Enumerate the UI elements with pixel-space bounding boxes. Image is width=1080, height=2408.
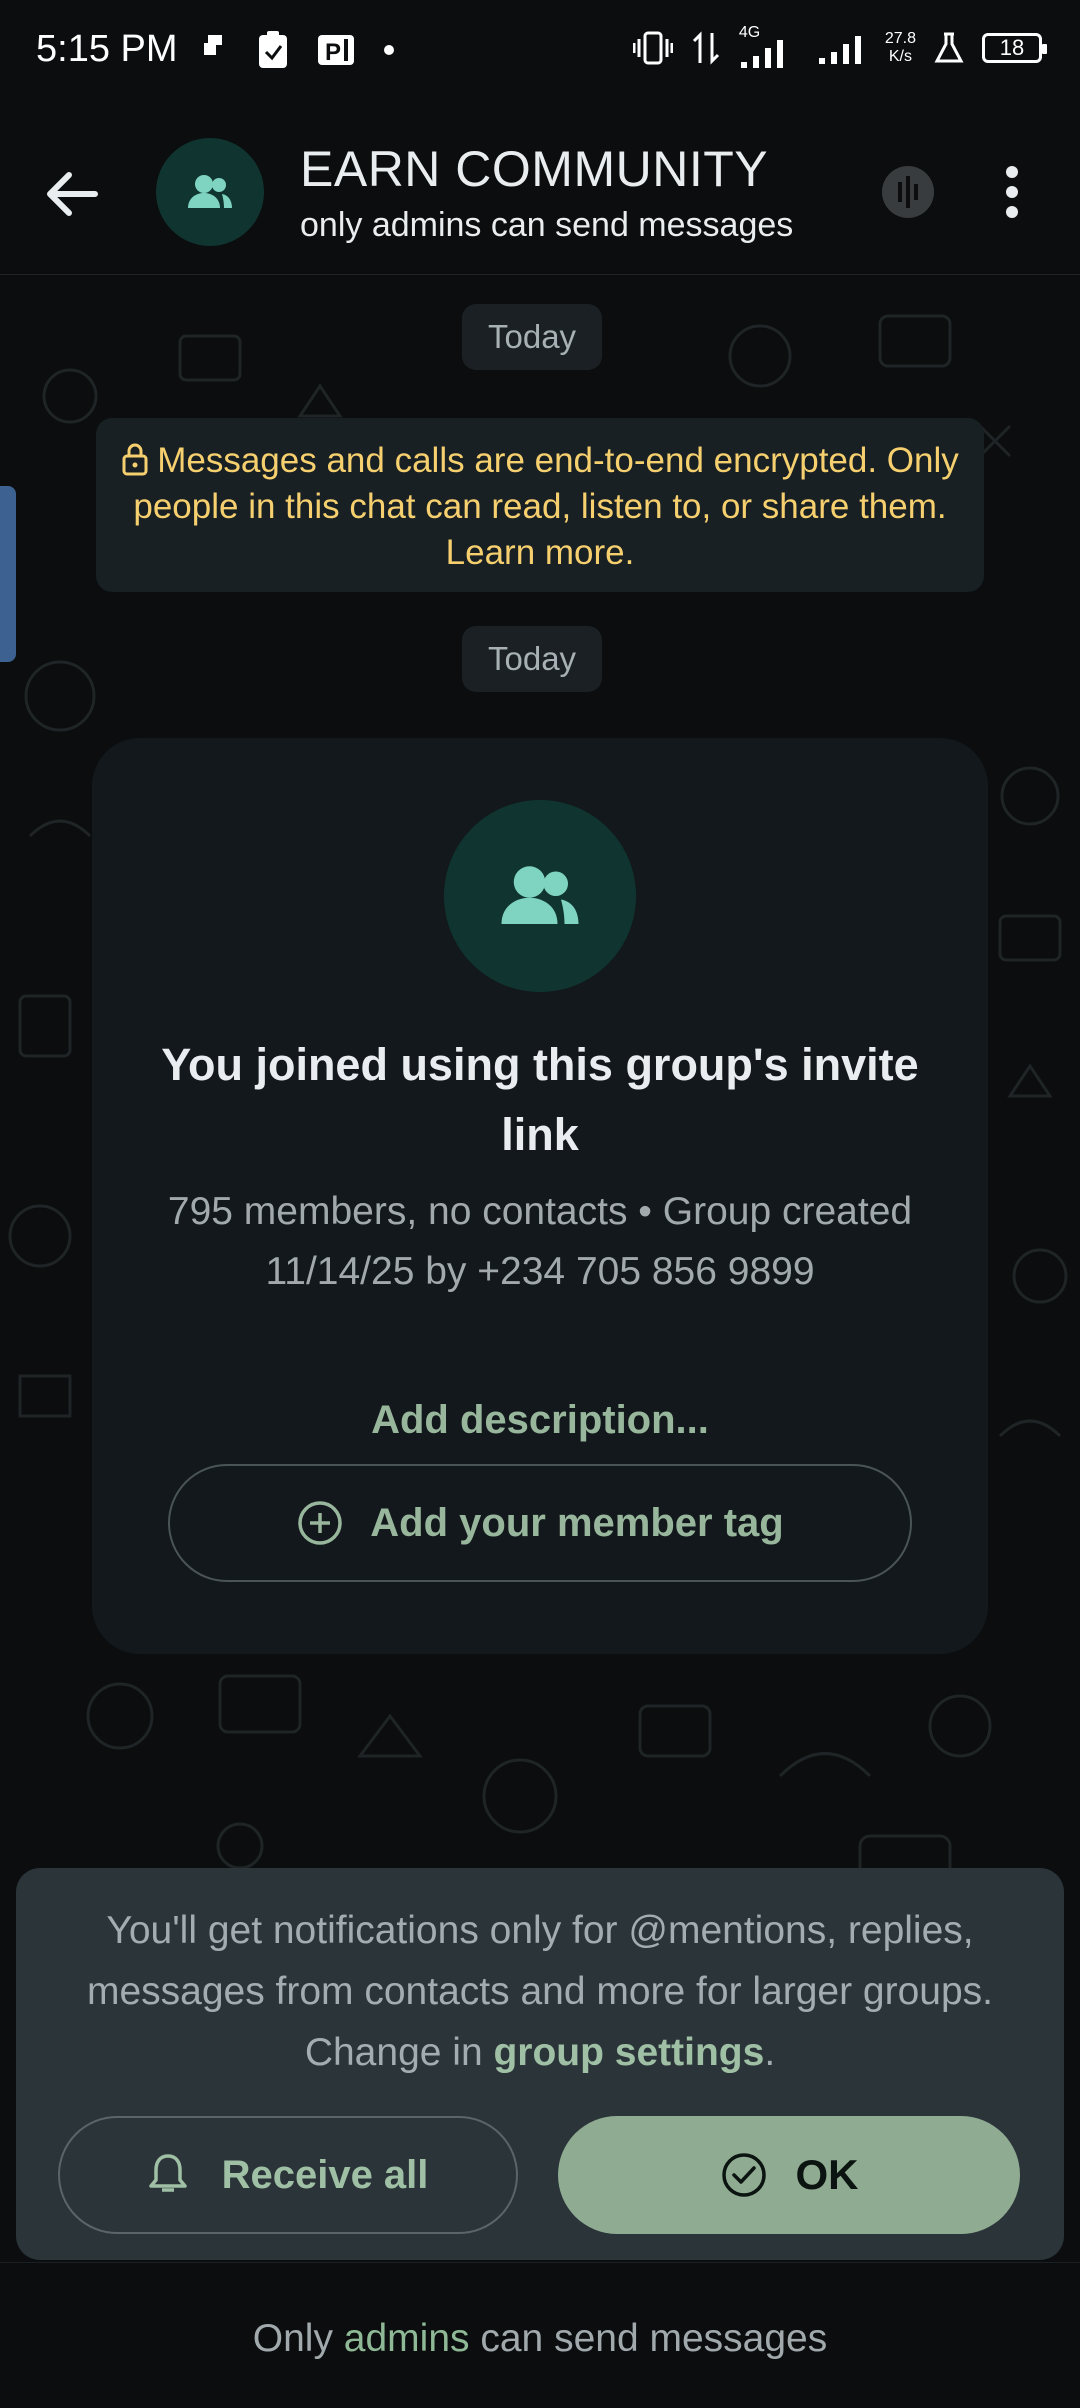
group-icon <box>188 175 232 208</box>
add-member-tag-label: Add your member tag <box>370 1500 784 1545</box>
notification-message: You'll get notifications only for @menti… <box>56 1900 1024 2083</box>
signal-icon: 4G <box>739 24 799 68</box>
group-title[interactable]: EARN COMMUNITY <box>300 140 768 198</box>
receive-all-label: Receive all <box>221 2152 429 2197</box>
ok-label: OK <box>795 2151 859 2198</box>
add-member-tag-button[interactable]: Add your member tag <box>168 1464 912 1582</box>
ok-button[interactable]: OK <box>558 2116 1020 2234</box>
encryption-text: Messages and calls are end-to-end encryp… <box>133 441 959 572</box>
date-chip: Today <box>462 304 603 370</box>
more-vertical-icon <box>1006 166 1018 218</box>
admins-link[interactable]: admins <box>344 2317 470 2360</box>
status-bar: 5:15 PM P 4G 27.8 K/s 18 <box>0 0 1080 110</box>
check-circle-icon <box>721 2153 766 2197</box>
status-right-icons: 4G 27.8 K/s 18 <box>632 24 1047 68</box>
encryption-notice[interactable]: Messages and calls are end-to-end encryp… <box>96 418 984 592</box>
joined-title: You joined using this group's invite lin… <box>161 1039 919 1160</box>
group-meta: 795 members, no contacts • Group created… <box>167 1190 913 1293</box>
group-avatar[interactable] <box>156 138 264 246</box>
add-description-link[interactable]: Add description... <box>132 1398 948 1443</box>
voice-chat-icon <box>882 166 934 218</box>
arrow-left-icon <box>47 172 98 216</box>
battery-icon: 18 <box>982 33 1047 63</box>
receive-all-button[interactable]: Receive all <box>58 2116 518 2234</box>
network-speed-value: 27.8 <box>884 30 916 47</box>
bell-icon <box>148 2154 187 2192</box>
more-options-button[interactable] <box>980 160 1044 224</box>
footer-text-end: can send messages <box>469 2317 828 2360</box>
notification-icon <box>204 35 222 55</box>
group-subtitle[interactable]: only admins can send messages <box>300 206 820 245</box>
group-info-card: You joined using this group's invite lin… <box>92 738 988 1654</box>
footer-text-start: Only <box>252 2317 344 2360</box>
network-speed: 27.8 K/s <box>885 30 916 66</box>
data-transfer-icon <box>692 31 719 65</box>
group-avatar <box>444 800 636 992</box>
lab-icon <box>934 32 964 63</box>
date-chip: Today <box>462 626 603 692</box>
side-panel-handle[interactable] <box>0 486 16 662</box>
add-circle-icon <box>298 1501 343 1545</box>
status-time: 5:15 PM <box>36 28 178 70</box>
svg-text:P: P <box>325 39 341 66</box>
back-button[interactable] <box>40 162 104 226</box>
vibrate-icon <box>632 31 673 65</box>
group-settings-link[interactable]: group settings <box>493 2031 764 2074</box>
signal-icon <box>818 36 861 64</box>
lock-icon <box>122 443 148 476</box>
notification-text-end: . <box>764 2031 776 2074</box>
voice-chat-button[interactable] <box>858 160 958 224</box>
network-speed-unit: K/s <box>888 48 912 65</box>
group-icon <box>501 866 579 924</box>
status-left-icons: P <box>200 30 396 70</box>
dot-icon <box>384 45 394 55</box>
chat-header: EARN COMMUNITY only admins can send mess… <box>0 110 1080 275</box>
admins-only-notice: Only admins can send messages <box>0 2317 1080 2361</box>
clipboard-icon <box>259 31 287 68</box>
parking-app-icon: P <box>318 35 354 66</box>
read-only-footer: Only admins can send messages <box>0 2262 1080 2408</box>
notification-settings-sheet: You'll get notifications only for @menti… <box>16 1868 1064 2260</box>
